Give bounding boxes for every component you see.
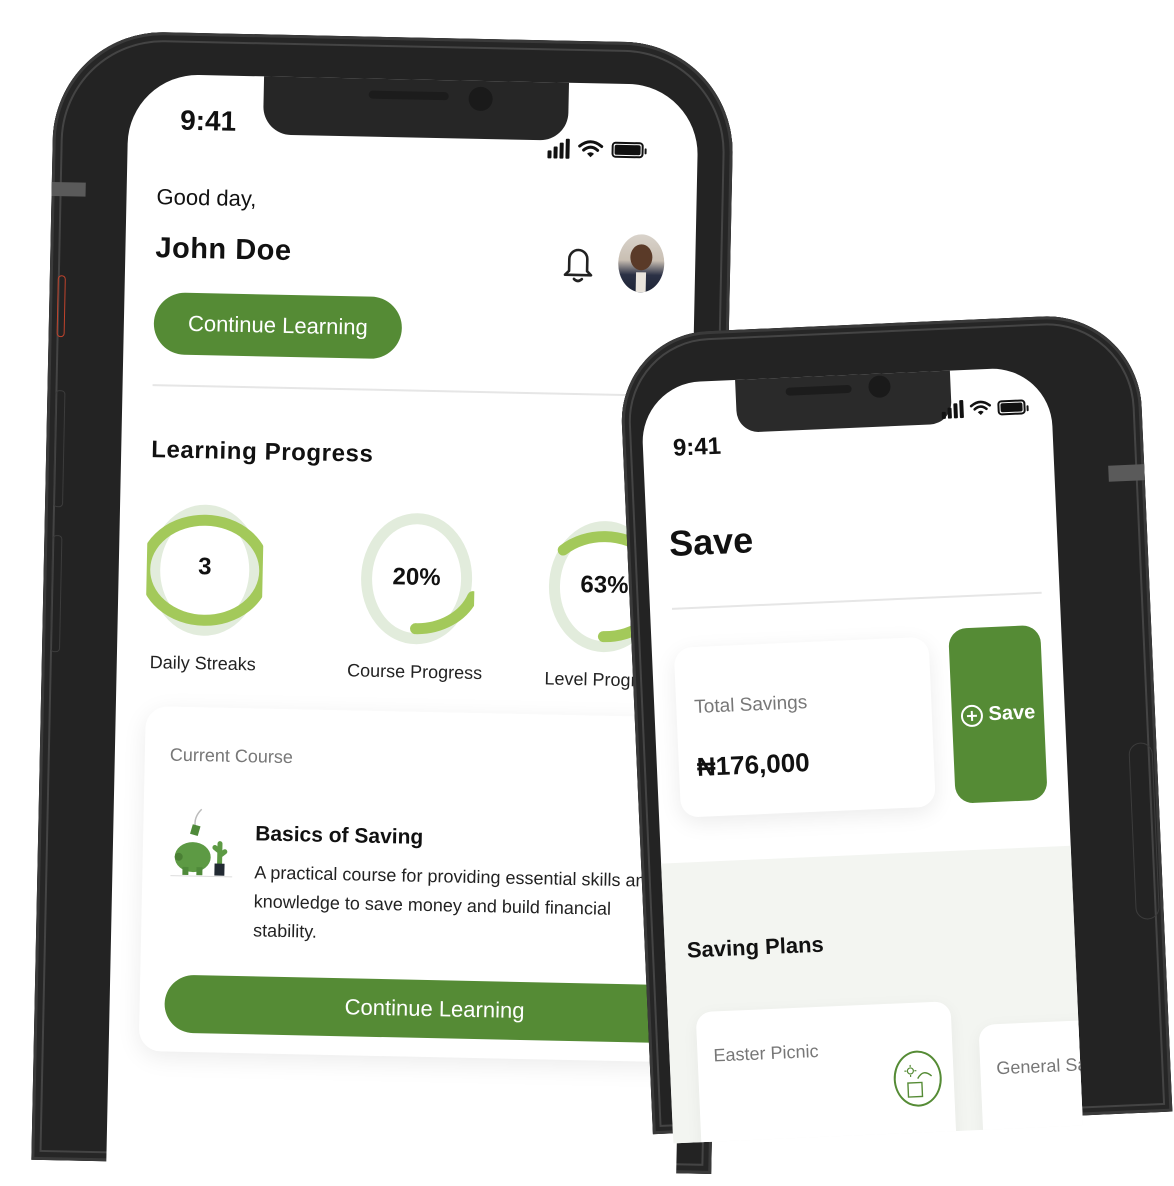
metric-course-progress: 20% Course Progress bbox=[344, 510, 488, 684]
bell-icon[interactable] bbox=[560, 241, 597, 286]
avatar-face bbox=[630, 244, 653, 271]
avatar-shirt bbox=[635, 272, 647, 293]
signal-icon bbox=[547, 138, 570, 159]
divider bbox=[152, 384, 693, 398]
battery-icon bbox=[997, 398, 1026, 416]
plus-circle-icon bbox=[960, 703, 984, 727]
piggy-bank-icon bbox=[170, 808, 233, 878]
antenna-band bbox=[1108, 464, 1145, 482]
status-time: 9:41 bbox=[179, 104, 237, 137]
continue-learning-button[interactable]: Continue Learning bbox=[153, 292, 403, 360]
plan-card-general-saving[interactable]: General Saving bbox=[978, 1017, 1083, 1144]
avatar[interactable] bbox=[617, 233, 665, 293]
plan-card-easter-picnic[interactable]: Easter Picnic bbox=[695, 1001, 957, 1144]
total-savings-amount: ₦176,000 bbox=[696, 747, 811, 782]
learning-progress-title: Learning Progress bbox=[150, 436, 374, 468]
notch bbox=[262, 74, 570, 141]
status-icons bbox=[547, 138, 644, 160]
power-button bbox=[1128, 742, 1160, 920]
metric-value: 20% bbox=[392, 563, 441, 592]
speaker-grille bbox=[368, 90, 449, 101]
wifi-icon bbox=[578, 140, 604, 158]
save-button[interactable]: Save bbox=[948, 624, 1048, 804]
save-screen: 9:41 Save Total Savings ₦176,000 Save Sa… bbox=[640, 366, 1083, 1144]
battery-icon bbox=[611, 141, 644, 159]
volume-down-button bbox=[49, 535, 63, 653]
mute-switch bbox=[56, 275, 66, 338]
page-title: Save bbox=[668, 519, 755, 564]
antenna-band bbox=[51, 181, 86, 197]
front-camera bbox=[868, 375, 891, 399]
metric-daily-streaks: 3 Daily Streaks bbox=[145, 502, 265, 675]
current-course-label: Current Course bbox=[169, 744, 294, 768]
metric-label: Course Progress bbox=[346, 660, 483, 684]
total-savings-label: Total Savings bbox=[693, 692, 808, 719]
volume-up-button bbox=[53, 390, 66, 508]
greeting: Good day, bbox=[156, 184, 257, 212]
signal-icon bbox=[941, 400, 964, 419]
speaker-grille bbox=[785, 384, 852, 396]
notch bbox=[734, 368, 953, 433]
home-screen: 9:41 Good day, John Doe Continue Learnin… bbox=[106, 73, 699, 1186]
status-icons bbox=[941, 397, 1026, 419]
course-description: A practical course for providing essenti… bbox=[252, 862, 656, 942]
course-title: Basics of Saving bbox=[254, 822, 424, 849]
save-button-label: Save bbox=[988, 701, 1036, 726]
user-name: John Doe bbox=[155, 232, 292, 267]
metric-label: Daily Streaks bbox=[149, 652, 256, 675]
course-continue-learning-button[interactable]: Continue Learning bbox=[164, 974, 699, 1044]
current-course-card: Current Course Basics of Saving A practi… bbox=[138, 706, 699, 1063]
plan-label: General Saving bbox=[995, 1052, 1083, 1079]
status-time: 9:41 bbox=[672, 432, 722, 462]
phone-save: 9:41 Save Total Savings ₦176,000 Save Sa… bbox=[618, 312, 1173, 1144]
wifi-icon bbox=[969, 400, 991, 416]
plan-label: Easter Picnic bbox=[713, 1040, 819, 1066]
divider bbox=[671, 591, 1042, 610]
metric-value: 3 bbox=[197, 553, 212, 581]
total-savings-card: Total Savings ₦176,000 bbox=[673, 636, 936, 818]
picnic-icon bbox=[892, 1049, 943, 1108]
front-camera bbox=[468, 86, 493, 112]
